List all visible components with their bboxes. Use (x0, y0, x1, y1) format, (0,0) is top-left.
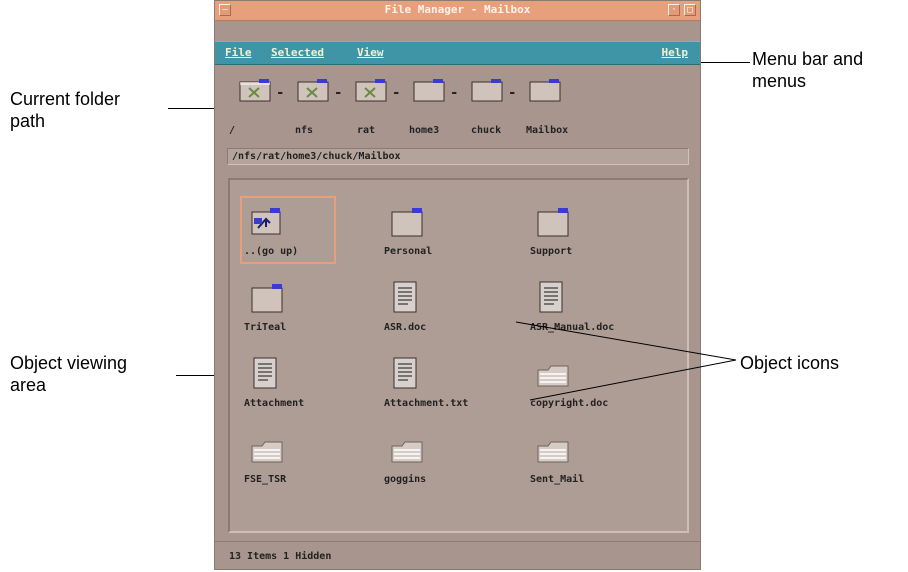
menu-selected[interactable]: Selected (271, 46, 324, 59)
object-label: FSE_TSR (244, 474, 287, 485)
object-label: ASR_Manual.doc (530, 322, 615, 333)
object-label: copyright.doc (530, 398, 609, 409)
path-folder-root[interactable] (239, 79, 273, 102)
path-label-mailbox: Mailbox (526, 125, 569, 136)
file-manager-window: – File Manager - Mailbox · □ File Select… (214, 0, 701, 570)
menu-help[interactable]: Help (662, 46, 689, 59)
callout-object-viewing-line2: area (10, 375, 47, 395)
path-folder-nfs[interactable] (297, 79, 331, 102)
callout-object-viewing: Object viewing area (10, 352, 127, 396)
minimize-button[interactable]: · (668, 4, 680, 16)
object-label: Attachment.txt (384, 398, 469, 409)
object-asr-manual-doc[interactable]: ASR_Manual.doc (530, 276, 650, 346)
path-separator: - (508, 85, 517, 101)
path-label-rat: rat (357, 125, 376, 136)
object-go-up[interactable]: ..(go up) (244, 200, 364, 270)
folder-broken-icon (297, 79, 329, 102)
path-separator: - (334, 85, 343, 101)
maximize-button[interactable]: □ (684, 4, 696, 16)
folder-icon (251, 284, 283, 313)
object-attachment-txt[interactable]: Attachment.txt (384, 352, 504, 422)
object-support[interactable]: Support (530, 200, 650, 270)
document-icon (393, 281, 417, 313)
title-bar[interactable]: – File Manager - Mailbox · □ (215, 1, 700, 21)
object-triteal[interactable]: TriTeal (244, 276, 364, 346)
path-separator: - (450, 85, 459, 101)
menu-view[interactable]: View (357, 46, 384, 59)
document-icon (253, 357, 277, 389)
object-copyright-doc[interactable]: copyright.doc (530, 352, 650, 422)
callout-object-icons: Object icons (740, 352, 839, 374)
mail-file-icon (537, 441, 569, 463)
object-attachment[interactable]: Attachment (244, 352, 364, 422)
object-sent-mail[interactable]: Sent_Mail (530, 428, 650, 498)
callout-current-folder: Current folder path (10, 88, 120, 132)
object-label: Support (530, 246, 573, 257)
callout-menu-bar-line2: menus (752, 71, 807, 91)
path-separator: - (392, 85, 401, 101)
status-text: 13 Items 1 Hidden (229, 551, 332, 562)
menu-file[interactable]: File (225, 46, 252, 59)
callout-object-icons-text: Object icons (740, 353, 840, 373)
folder-icon (537, 208, 569, 237)
path-folder-chuck[interactable] (471, 79, 505, 102)
document-icon (539, 281, 563, 313)
object-goggins[interactable]: goggins (384, 428, 504, 498)
mail-file-icon (251, 441, 283, 463)
object-label: TriTeal (244, 322, 287, 333)
object-viewing-area[interactable]: ..(go up) Personal Support TriTeal ASR.d… (228, 178, 689, 533)
object-label: goggins (384, 474, 427, 485)
folder-icon (391, 208, 423, 237)
folder-broken-icon (355, 79, 387, 102)
callout-menu-bar-line1: Menu bar and (752, 49, 864, 69)
mail-file-icon (391, 441, 423, 463)
path-folder-mailbox[interactable] (529, 79, 563, 102)
object-label: Sent_Mail (530, 474, 585, 485)
object-label: ..(go up) (244, 246, 299, 257)
callout-menu-bar: Menu bar and menus (752, 48, 863, 92)
go-up-folder-icon (251, 208, 281, 235)
menu-bar: File Selected View Help (215, 41, 700, 65)
path-folder-home3[interactable] (413, 79, 447, 102)
object-label: Attachment (244, 398, 305, 409)
folder-broken-icon (239, 79, 271, 102)
object-label: Personal (384, 246, 433, 257)
path-label-nfs: nfs (295, 125, 314, 136)
object-personal[interactable]: Personal (384, 200, 504, 270)
callout-object-viewing-line1: Object viewing (10, 353, 128, 373)
callout-current-folder-line2: path (10, 111, 46, 131)
object-asr-doc[interactable]: ASR.doc (384, 276, 504, 346)
status-bar: 13 Items 1 Hidden (215, 541, 700, 572)
path-separator: - (276, 85, 285, 101)
window-title: File Manager - Mailbox (384, 3, 531, 16)
path-folder-rat[interactable] (355, 79, 389, 102)
object-fse-tsr[interactable]: FSE_TSR (244, 428, 364, 498)
path-label-home3: home3 (409, 125, 440, 136)
callout-current-folder-leader (168, 108, 216, 109)
callout-current-folder-line1: Current folder (10, 89, 121, 109)
current-path-field[interactable]: /nfs/rat/home3/chuck/Mailbox (227, 148, 689, 165)
object-label: ASR.doc (384, 322, 427, 333)
path-label-root: / (229, 125, 236, 136)
folder-icon (471, 79, 503, 102)
document-icon (393, 357, 417, 389)
folder-icon (529, 79, 561, 102)
path-label-chuck: chuck (471, 125, 502, 136)
folder-path-bar: - - - - - / nfs rat home3 chuck Mailbox (215, 67, 700, 143)
folder-icon (413, 79, 445, 102)
mail-file-icon (537, 365, 569, 387)
